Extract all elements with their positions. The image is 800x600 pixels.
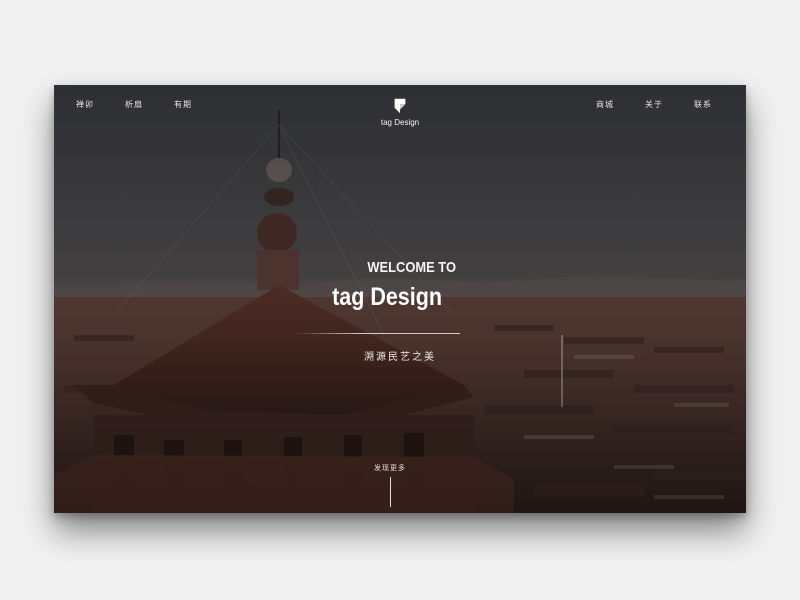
logo-text: tag Design (380, 118, 420, 127)
nav-item-chanmao[interactable]: 禅卯 (76, 99, 94, 110)
nav-item-shop[interactable]: 商城 (596, 99, 614, 110)
nav-item-about[interactable]: 关于 (645, 99, 663, 110)
hero-divider (294, 333, 460, 334)
discover-more-link[interactable]: 发现更多 (354, 463, 426, 473)
hero-welcome: WELCOME TO (367, 259, 456, 276)
nav-item-xishan[interactable]: 析扇 (125, 99, 143, 110)
hero-card: 禅卯 析扇 有期 tag Design 商城 关于 联系 WELCOME TO … (54, 85, 746, 513)
tag-logo-icon (394, 98, 406, 114)
logo[interactable]: tag Design (376, 97, 424, 127)
scroll-indicator[interactable] (390, 477, 391, 507)
nav-item-youqi[interactable]: 有期 (174, 99, 192, 110)
nav-item-contact[interactable]: 联系 (694, 99, 712, 110)
nav-right: 商城 关于 联系 (596, 99, 712, 110)
hero-tagline: 溯源民艺之美 (364, 352, 436, 363)
hero-brand-title: tag Design (332, 283, 442, 311)
nav-left: 禅卯 析扇 有期 (76, 99, 192, 110)
